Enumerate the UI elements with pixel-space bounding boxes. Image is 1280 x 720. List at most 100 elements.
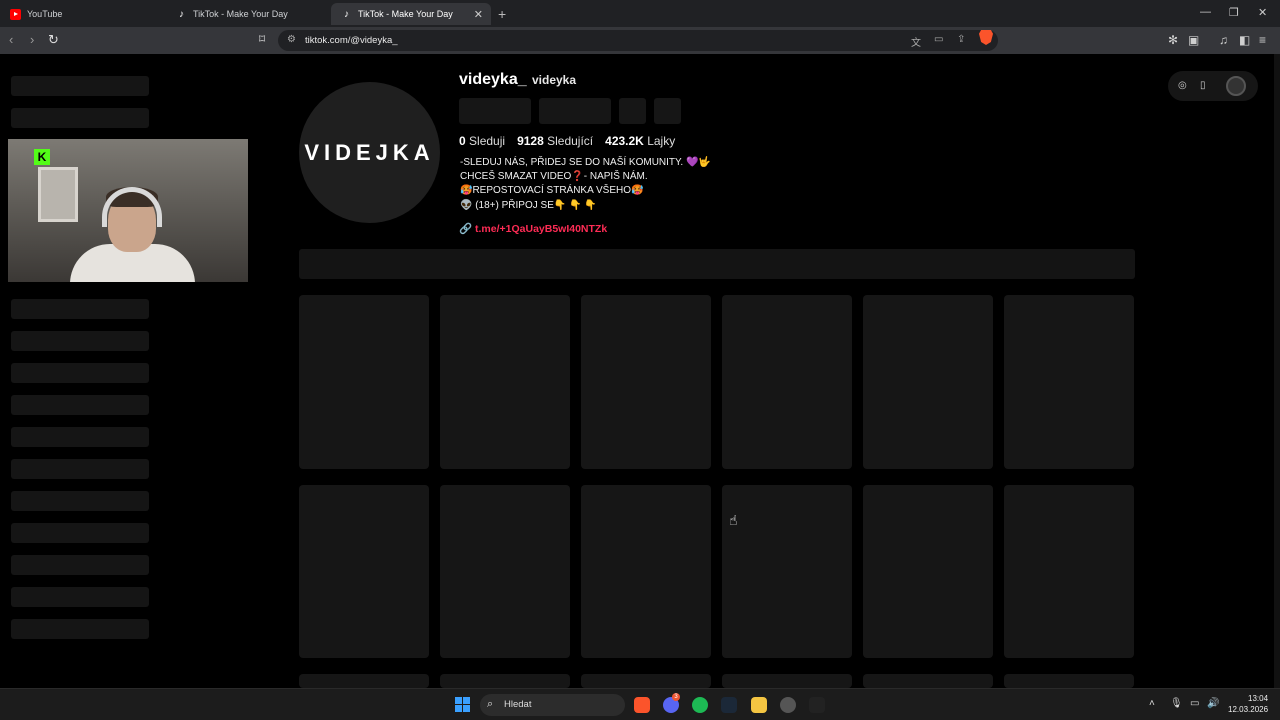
- cast-icon[interactable]: ▭: [934, 34, 943, 45]
- toolbar: ‹ › ↻ ⌑ ⚙ tiktok.com/@videyka_ 文 ▭ ⇪: [0, 27, 1280, 54]
- media-icon[interactable]: ♫: [1219, 33, 1228, 47]
- webcam-overlay: K: [8, 139, 248, 282]
- sidebar-skeleton: [11, 459, 149, 479]
- video-card-skeleton[interactable]: [299, 674, 429, 688]
- wallet-icon[interactable]: ▣: [1188, 33, 1199, 47]
- profile-bio: -SLEDUJ NÁS, PŘIDEJ SE DO NAŠÍ KOMUNITY.…: [460, 156, 711, 213]
- steam-app-icon[interactable]: [721, 697, 737, 713]
- stat-value: 423.2K: [605, 134, 644, 148]
- profile-username: videyka_: [459, 71, 527, 88]
- profile-avatar[interactable]: VIDEJKA: [299, 82, 440, 223]
- video-card-skeleton[interactable]: [581, 295, 711, 469]
- minimize-button[interactable]: —: [1200, 6, 1211, 18]
- url-text[interactable]: tiktok.com/@videyka_: [305, 35, 398, 46]
- video-card-skeleton[interactable]: [440, 295, 570, 469]
- tray-chevron-icon[interactable]: ˄: [1149, 698, 1155, 709]
- video-card-skeleton[interactable]: [581, 674, 711, 688]
- video-card-skeleton[interactable]: [299, 295, 429, 469]
- brave-app-icon[interactable]: [634, 697, 650, 713]
- user-avatar[interactable]: [1226, 76, 1246, 96]
- windows-start-icon[interactable]: [455, 697, 470, 712]
- restore-button[interactable]: ❐: [1229, 6, 1239, 19]
- video-card-skeleton[interactable]: [1004, 674, 1134, 688]
- tiktok-profile-page: K VIDEJKA videyka_ videyka 0 Sleduji 912…: [0, 54, 1280, 688]
- volume-icon[interactable]: 🔊: [1207, 698, 1219, 709]
- explore-icon[interactable]: ◎: [1178, 80, 1187, 91]
- stat-label: Lajky: [647, 134, 676, 148]
- kick-logo-icon: K: [34, 149, 50, 165]
- address-bar[interactable]: ⚙ tiktok.com/@videyka_ 文 ▭ ⇪: [278, 30, 998, 51]
- back-button[interactable]: ‹: [9, 32, 13, 47]
- sidebar-skeleton: [11, 523, 149, 543]
- phone-icon[interactable]: ▯: [1200, 80, 1206, 91]
- logitech-app-icon[interactable]: [809, 697, 825, 713]
- taskbar: ⌕ Hledat 3 ˄ 🎙 ▭ 🔊 13:04 12.03.2026: [0, 688, 1280, 720]
- icon-button-skeleton[interactable]: [654, 98, 681, 124]
- translate-icon[interactable]: 文: [911, 34, 921, 49]
- video-card-skeleton[interactable]: [722, 674, 852, 688]
- bio-line: 👽 (18+) PŘIPOJ SE👇 👇 👇: [460, 199, 597, 211]
- stat-value: 0: [459, 134, 466, 148]
- reload-button[interactable]: ↻: [48, 32, 59, 48]
- tab-tiktok-active[interactable]: ♪ TikTok - Make Your Day ✕: [331, 3, 491, 25]
- profile-stats: 0 Sleduji 9128 Sledující 423.2K Lajky: [459, 134, 675, 148]
- sidebar-skeleton: [11, 299, 149, 319]
- close-window-button[interactable]: ✕: [1258, 6, 1267, 19]
- close-tab-icon[interactable]: ✕: [474, 8, 483, 21]
- network-icon[interactable]: ▭: [1190, 698, 1199, 709]
- profile-nickname: videyka: [532, 73, 577, 87]
- file-explorer-icon[interactable]: [751, 697, 767, 713]
- video-card-skeleton[interactable]: [299, 485, 429, 658]
- bookmark-icon[interactable]: ⌑: [259, 32, 265, 46]
- video-card-skeleton[interactable]: [1004, 295, 1134, 469]
- sidebar-skeleton: [11, 555, 149, 575]
- video-card-skeleton[interactable]: [440, 485, 570, 658]
- video-card-skeleton[interactable]: [863, 674, 993, 688]
- stat-following[interactable]: 0 Sleduji: [459, 134, 505, 148]
- microphone-icon[interactable]: 🎙: [1170, 698, 1183, 709]
- video-card-skeleton[interactable]: [863, 485, 993, 658]
- video-card-skeleton[interactable]: [581, 485, 711, 658]
- clock-time: 13:04: [1248, 694, 1269, 703]
- profile-link-text[interactable]: t.me/+1QaUayB5wI40NTZk: [475, 223, 607, 235]
- follow-button-skeleton[interactable]: [459, 98, 531, 124]
- tab-title: YouTube: [27, 9, 63, 19]
- profile-link[interactable]: 🔗 t.me/+1QaUayB5wI40NTZk: [459, 222, 607, 235]
- clock[interactable]: 13:04 12.03.2026: [1228, 693, 1268, 715]
- tiktok-icon: ♪: [179, 8, 184, 20]
- bio-line: 🥵REPOSTOVACÍ STRÁNKA VŠEHO🥵: [460, 185, 644, 197]
- site-info-icon[interactable]: ⚙: [287, 34, 296, 45]
- app-icon[interactable]: [780, 697, 796, 713]
- bio-line: -SLEDUJ NÁS, PŘIDEJ SE DO NAŠÍ KOMUNITY.…: [460, 157, 711, 168]
- tab-tiktok[interactable]: ♪ TikTok - Make Your Day: [166, 3, 330, 25]
- forward-button[interactable]: ›: [30, 32, 34, 47]
- stat-label: Sledující: [547, 134, 594, 148]
- icon-button-skeleton[interactable]: [619, 98, 646, 124]
- tab-title: TikTok - Make Your Day: [358, 9, 453, 19]
- video-card-skeleton[interactable]: [863, 295, 993, 469]
- stat-value: 9128: [517, 134, 544, 148]
- discord-app-icon[interactable]: 3: [663, 693, 680, 713]
- spotify-app-icon[interactable]: [692, 697, 708, 713]
- new-tab-button[interactable]: +: [498, 6, 506, 22]
- message-button-skeleton[interactable]: [539, 98, 611, 124]
- share-icon[interactable]: ⇪: [957, 34, 965, 45]
- tab-youtube[interactable]: YouTube: [0, 3, 166, 25]
- extensions-icon[interactable]: ✻: [1168, 33, 1178, 47]
- youtube-icon: [10, 8, 21, 20]
- video-card-skeleton[interactable]: [722, 295, 852, 469]
- tab-title: TikTok - Make Your Day: [193, 9, 288, 19]
- tab-bar: YouTube ♪ TikTok - Make Your Day ♪ TikTo…: [0, 0, 1280, 27]
- scrollbar[interactable]: [1274, 54, 1280, 688]
- taskbar-search[interactable]: ⌕ Hledat: [480, 694, 625, 716]
- stat-followers[interactable]: 9128 Sledující: [517, 134, 593, 148]
- stat-label: Sleduji: [469, 134, 506, 148]
- video-card-skeleton[interactable]: [722, 485, 852, 658]
- menu-icon[interactable]: ≡: [1259, 33, 1266, 47]
- webcam-window: [38, 167, 78, 222]
- video-card-skeleton[interactable]: [1004, 485, 1134, 658]
- sidebar-skeleton: [11, 619, 149, 639]
- video-card-skeleton[interactable]: [440, 674, 570, 688]
- sidebar-icon[interactable]: ◧: [1239, 33, 1250, 47]
- tiktok-icon: ♪: [344, 8, 349, 20]
